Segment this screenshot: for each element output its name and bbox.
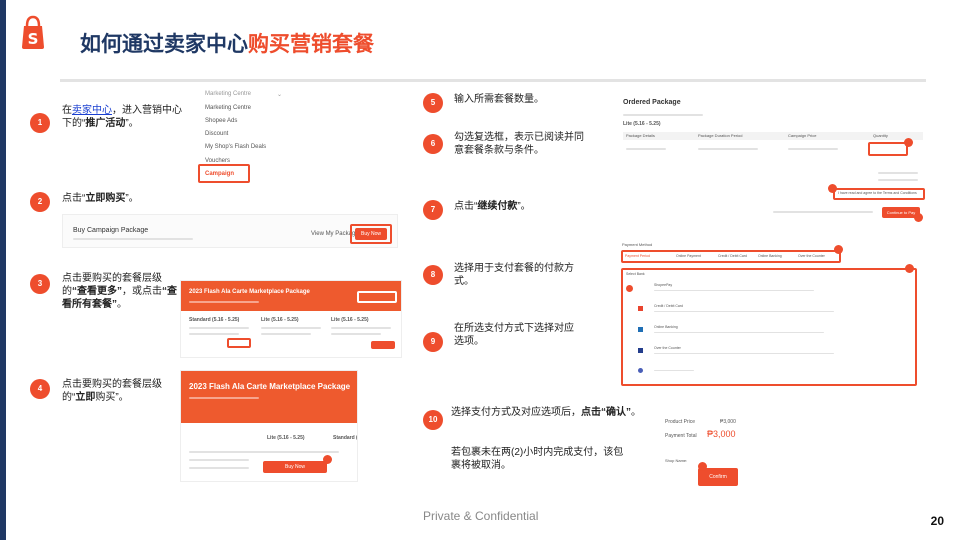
package-detail-screenshot: 2023 Flash Ala Carte Marketplace Package… (180, 370, 358, 482)
step-8-text: 选择用于支付套餐的付款方式。 (454, 263, 574, 287)
shopee-bag-icon: S (22, 15, 44, 49)
step-badge-10: 10 (423, 410, 443, 430)
package-buy-now-button[interactable]: Buy Now (263, 461, 327, 473)
step-2-text: 点击“立即购买”。 (62, 193, 139, 204)
step-6-text: 勾选复选框，表示已阅读并同意套餐条款与条件。 (454, 132, 584, 156)
step-10-note: 若包裹未在两(2)小时内完成支付，该包裹将被取消。 (451, 447, 624, 471)
left-accent-bar (0, 0, 6, 540)
step-badge-7: 7 (423, 200, 443, 220)
title-accent: 购买营销套餐 (248, 33, 374, 56)
step-badge-4: 4 (30, 379, 50, 399)
menu-screenshot: Marketing Centre ⌄ Marketing Centre Shop… (195, 88, 295, 188)
title-divider (60, 79, 926, 82)
step-5-text: 输入所需套餐数量。 (454, 94, 544, 105)
step-badge-3: 3 (30, 274, 50, 294)
step-badge-5: 5 (423, 93, 443, 113)
step-9-text: 在所选支付方式下选择对应选项。 (454, 323, 574, 347)
step-10-text: 选择支付方式及对应选项后，点击“确认”。 (451, 407, 641, 418)
step-4-text: 点击要购买的套餐层级的“立即购买”。 (62, 379, 162, 403)
confidential-footer: Private & Confidential (423, 509, 539, 523)
seller-centre-link[interactable]: 卖家中心 (72, 105, 112, 116)
buy-package-screenshot: Buy Campaign Package View My Package Buy… (62, 214, 398, 248)
step-badge-9: 9 (423, 332, 443, 352)
step-badge-6: 6 (423, 134, 443, 154)
payment-method-screenshot: Payment Method Payment Period Online Pay… (618, 240, 920, 388)
step-badge-2: 2 (30, 192, 50, 212)
svg-text:S: S (28, 30, 39, 48)
title-main: 如何通过卖家中心 (80, 33, 248, 56)
step-3-text: 点击要购买的套餐层级的“查看更多”，或点击“查看所有套餐”。 (62, 273, 177, 310)
page-number: 20 (930, 514, 944, 528)
confirm-payment-screenshot: Product Price ₱3,000 Payment Total ₱3,00… (655, 410, 745, 490)
step-badge-8: 8 (423, 265, 443, 285)
step-7-text: 点击“继续付款”。 (454, 201, 531, 212)
step-badge-1: 1 (30, 113, 50, 133)
package-list-screenshot: 2023 Flash Ala Carte Marketplace Package… (180, 280, 402, 358)
step-1-text: 在卖家中心，进入营销中心下的“推广活动”。 (62, 105, 182, 129)
page-title: 如何通过卖家中心购买营销套餐 (80, 28, 374, 58)
ordered-package-screenshot: Ordered Package Lite (5.16 - 5.25) Packa… (618, 92, 928, 224)
